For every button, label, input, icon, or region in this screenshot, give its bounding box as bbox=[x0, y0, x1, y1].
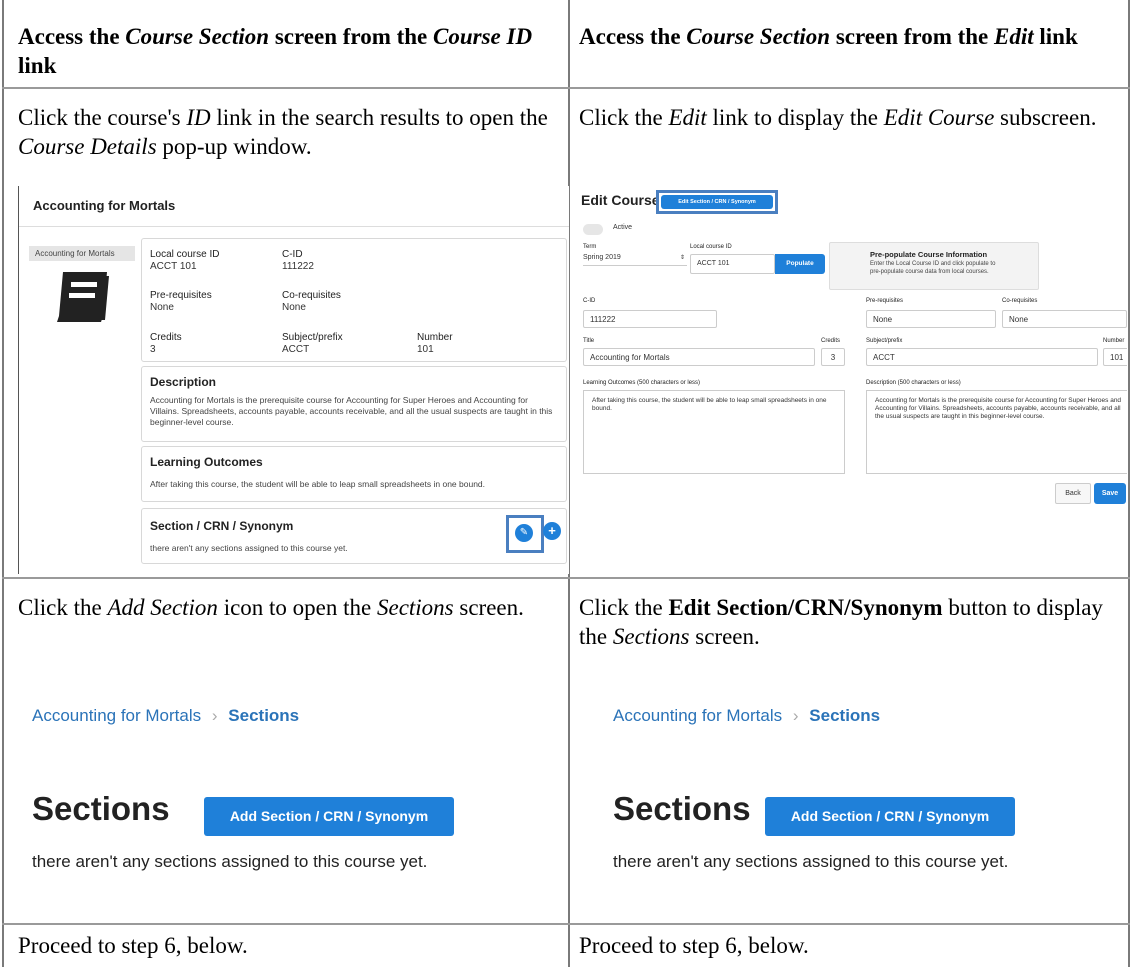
title-label-edit: Title bbox=[583, 338, 595, 344]
term-label: Term bbox=[583, 244, 597, 250]
course-details-screenshot: Accounting for Mortals Accounting for Mo… bbox=[18, 186, 569, 574]
edit-back-button[interactable]: Back bbox=[1055, 483, 1091, 504]
local-id-input[interactable]: ACCT 101 bbox=[690, 254, 775, 274]
description-card: Description Accounting for Mortals is th… bbox=[141, 366, 567, 442]
local-id-value: ACCT 101 bbox=[150, 261, 197, 272]
sections-empty-text: there aren't any sections assigned to th… bbox=[32, 852, 428, 871]
subject-label-edit: Subject/prefix bbox=[866, 338, 903, 344]
prepopulate-text-2: pre-populate course data from local cour… bbox=[870, 269, 989, 275]
learning-outcomes-card: Learning Outcomes After taking this cour… bbox=[141, 446, 567, 502]
details-title: Accounting for Mortals bbox=[33, 198, 176, 213]
number-label-edit: Number bbox=[1103, 338, 1125, 344]
row1-left-text: Click the course's ID link in the search… bbox=[18, 105, 548, 159]
cid-label-edit: C-ID bbox=[583, 298, 596, 304]
add-section-icon[interactable]: + bbox=[543, 522, 561, 540]
prereq-label-edit: Pre-requisites bbox=[866, 298, 904, 304]
number-value: 101 bbox=[417, 344, 434, 355]
cid-input[interactable]: 111222 bbox=[583, 310, 717, 328]
details-title-divider bbox=[19, 226, 569, 227]
cid-label: C-ID bbox=[282, 249, 303, 260]
row3-left-text: Proceed to step 6, below. bbox=[18, 933, 248, 958]
prepopulate-title: Pre-populate Course Information bbox=[870, 250, 988, 259]
sections-heading: Sections bbox=[32, 790, 170, 827]
book-icon bbox=[49, 266, 119, 326]
row1-right-text: Click the Edit link to display the Edit … bbox=[579, 105, 1097, 130]
breadcrumb-parent[interactable]: Accounting for Mortals bbox=[613, 706, 782, 725]
number-input[interactable]: 101 bbox=[1103, 348, 1127, 366]
desc-label-edit: Description (500 characters or less) bbox=[866, 380, 961, 386]
sections-heading: Sections bbox=[613, 790, 751, 827]
title-input[interactable]: Accounting for Mortals bbox=[583, 348, 815, 366]
coreq-input[interactable]: None bbox=[1002, 310, 1127, 328]
breadcrumb-separator: › bbox=[792, 706, 799, 725]
breadcrumb-current: Sections bbox=[809, 706, 881, 725]
breadcrumb: Accounting for Mortals › Sections bbox=[32, 706, 299, 726]
populate-button[interactable]: Populate bbox=[775, 254, 825, 274]
row3-right-text: Proceed to step 6, below. bbox=[579, 933, 809, 958]
row2-right-text: Click the Edit Section/CRN/Synonym butto… bbox=[579, 595, 1103, 649]
instruction-table: Access the Course Section screen from th… bbox=[0, 0, 1131, 967]
add-section-button[interactable]: Add Section / CRN / Synonym bbox=[765, 797, 1015, 836]
description-heading: Description bbox=[150, 375, 217, 389]
coreq-value: None bbox=[282, 302, 306, 313]
edit-save-button[interactable]: Save bbox=[1094, 483, 1126, 504]
coreq-label: Co-requisites bbox=[282, 290, 341, 301]
header-right: Access the Course Section screen from th… bbox=[579, 24, 1078, 49]
credits-label-edit: Credits bbox=[821, 338, 841, 344]
number-label: Number bbox=[417, 332, 453, 343]
subject-label: Subject/prefix bbox=[282, 332, 343, 343]
table-border-right bbox=[1128, 0, 1130, 967]
table-border-left bbox=[2, 0, 4, 967]
subject-input[interactable]: ACCT bbox=[866, 348, 1098, 366]
section-card: Section / CRN / Synonym there aren't any… bbox=[141, 508, 567, 564]
active-toggle[interactable] bbox=[583, 224, 603, 235]
prepopulate-text-1: Enter the Local Course ID and click popu… bbox=[870, 261, 996, 267]
learning-outcomes-text: After taking this course, the student wi… bbox=[150, 479, 486, 489]
sections-screenshot-left: Accounting for Mortals › Sections Sectio… bbox=[18, 680, 558, 912]
term-select[interactable]: Spring 2019 ⇕ bbox=[583, 254, 687, 266]
credits-value: 3 bbox=[150, 344, 156, 355]
row-divider-row2 bbox=[2, 923, 1130, 925]
active-label: Active bbox=[613, 224, 633, 231]
row-divider-row1 bbox=[2, 577, 1130, 579]
subject-value: ACCT bbox=[282, 344, 310, 355]
header-left: Access the Course Section screen from th… bbox=[18, 24, 533, 78]
credits-input[interactable]: 3 bbox=[821, 348, 845, 366]
edit-course-screenshot: Edit Course Edit Section / CRN / Synonym… bbox=[577, 186, 1127, 486]
section-heading: Section / CRN / Synonym bbox=[150, 519, 294, 533]
select-arrows-icon: ⇕ bbox=[679, 255, 685, 261]
sections-empty-text: there aren't any sections assigned to th… bbox=[613, 852, 1009, 871]
local-id-label-edit: Local course ID bbox=[690, 244, 732, 250]
lo-label-edit: Learning Outcomes (500 characters or les… bbox=[583, 380, 701, 386]
info-card: Local course ID ACCT 101 C-ID 111222 Pre… bbox=[141, 238, 567, 362]
credits-label: Credits bbox=[150, 332, 182, 343]
prereq-value: None bbox=[150, 302, 174, 313]
prepopulate-panel: Pre-populate Course Information Enter th… bbox=[829, 242, 1039, 290]
row-divider-header bbox=[2, 87, 1130, 89]
row2-left-text: Click the Add Section icon to open the S… bbox=[18, 595, 524, 620]
edit-section-button[interactable]: Edit Section / CRN / Synonym bbox=[661, 195, 773, 209]
term-value: Spring 2019 bbox=[583, 254, 621, 261]
section-empty-text: there aren't any sections assigned to th… bbox=[150, 543, 348, 553]
edit-course-title: Edit Course bbox=[581, 192, 660, 208]
breadcrumb-parent[interactable]: Accounting for Mortals bbox=[32, 706, 201, 725]
breadcrumb-separator: › bbox=[211, 706, 218, 725]
course-tag: Accounting for Mortals bbox=[29, 246, 135, 261]
breadcrumb-current: Sections bbox=[228, 706, 300, 725]
prereq-input[interactable]: None bbox=[866, 310, 996, 328]
add-section-button[interactable]: Add Section / CRN / Synonym bbox=[204, 797, 454, 836]
learning-outcomes-heading: Learning Outcomes bbox=[150, 455, 263, 469]
cid-value: 111222 bbox=[282, 261, 314, 272]
local-id-label: Local course ID bbox=[150, 249, 220, 260]
edit-section-icon[interactable]: ✎ bbox=[515, 524, 533, 542]
description-text: Accounting for Mortals is the prerequisi… bbox=[150, 395, 553, 427]
breadcrumb: Accounting for Mortals › Sections bbox=[613, 706, 880, 726]
sections-screenshot-right: Accounting for Mortals › Sections Sectio… bbox=[579, 680, 1119, 912]
desc-textarea[interactable]: Accounting for Mortals is the prerequisi… bbox=[866, 390, 1127, 474]
lo-textarea[interactable]: After taking this course, the student wi… bbox=[583, 390, 845, 474]
coreq-label-edit: Co-requisites bbox=[1002, 298, 1038, 304]
prereq-label: Pre-requisites bbox=[150, 290, 212, 301]
